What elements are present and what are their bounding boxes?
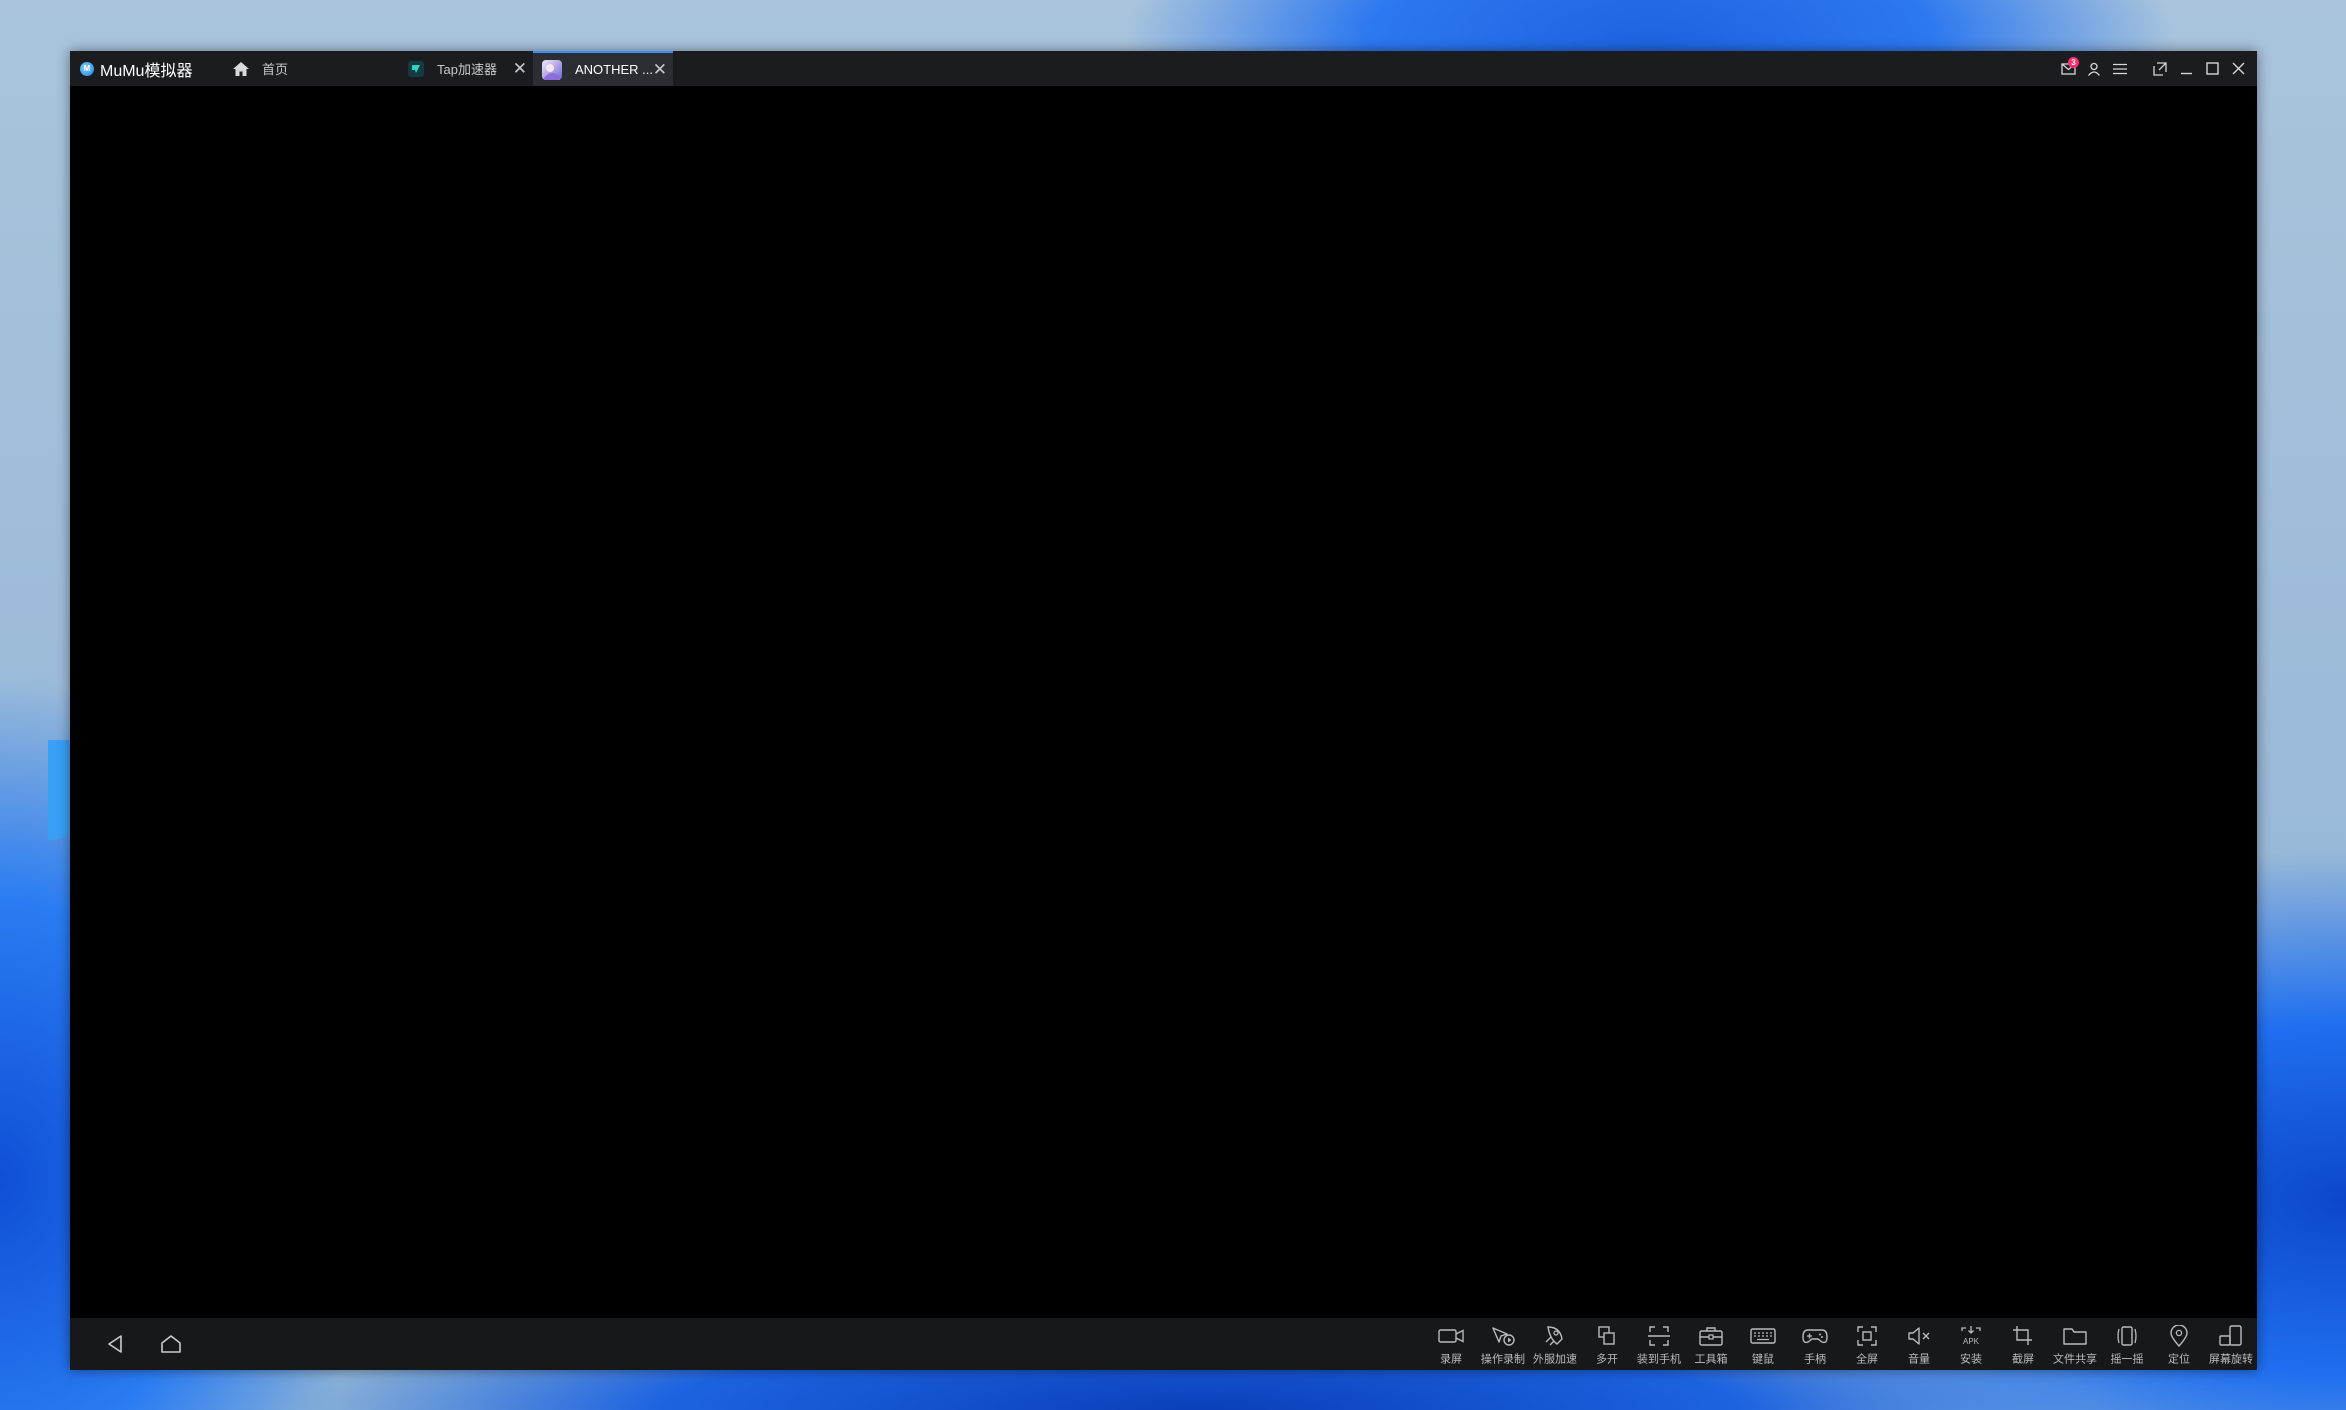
svg-text:APK: APK xyxy=(1963,1337,1980,1346)
tool-label: 音量 xyxy=(1907,1352,1931,1366)
tool-label: 多开 xyxy=(1595,1352,1619,1366)
tab-home[interactable]: 首页 xyxy=(210,51,353,86)
tool-label: 屏幕旋转 xyxy=(2208,1352,2254,1366)
back-icon xyxy=(108,1335,122,1353)
tool-plugin-accelerate[interactable]: 外服加速 xyxy=(1529,1318,1581,1370)
location-icon xyxy=(2170,1325,2188,1347)
maximize-icon[interactable] xyxy=(2199,51,2225,86)
tool-label: 工具箱 xyxy=(1694,1352,1728,1366)
emulator-screen[interactable] xyxy=(70,86,2257,1318)
tool-install-to-phone[interactable]: 装到手机 xyxy=(1633,1318,1685,1370)
tool-label: 安装 xyxy=(1959,1352,1983,1366)
home-button[interactable] xyxy=(152,1325,190,1363)
install-to-phone-icon xyxy=(1648,1326,1670,1346)
close-tab-icon[interactable]: ✕ xyxy=(513,60,527,77)
tool-keyboard-mouse[interactable]: 键鼠 xyxy=(1737,1318,1789,1370)
mail-icon[interactable]: 3 xyxy=(2055,51,2081,86)
back-button[interactable] xyxy=(96,1325,134,1363)
game-app-icon xyxy=(541,59,563,81)
tool-label: 全屏 xyxy=(1855,1352,1879,1366)
tool-macro-record[interactable]: 操作录制 xyxy=(1477,1318,1529,1370)
tab-another-eden[interactable]: ANOTHER ... ✕ xyxy=(533,51,673,86)
mumu-logo-icon: M xyxy=(80,61,94,76)
tool-list: 录屏 操作录制 外服加速 多开 装到手机 工具箱 键鼠 手柄 全屏 音量 APK… xyxy=(1425,1318,2257,1370)
notification-badge: 3 xyxy=(2068,57,2079,68)
title-actions: 3 xyxy=(2055,51,2257,86)
tool-file-share[interactable]: 文件共享 xyxy=(2049,1318,2101,1370)
fullscreen-icon xyxy=(1857,1326,1877,1346)
plugin-accelerate-icon xyxy=(1545,1326,1563,1346)
tool-label: 定位 xyxy=(2167,1352,2191,1366)
rotate-screen-icon xyxy=(2219,1325,2242,1346)
tool-gamepad[interactable]: 手柄 xyxy=(1789,1318,1841,1370)
tool-record-screen[interactable]: 录屏 xyxy=(1425,1318,1477,1370)
tab-label: ANOTHER ... xyxy=(575,62,654,77)
tool-label: 文件共享 xyxy=(2052,1352,2098,1366)
record-screen-icon xyxy=(1438,1329,1464,1343)
home-icon xyxy=(232,61,250,77)
tool-shake[interactable]: 摇一摇 xyxy=(2101,1318,2153,1370)
tab-label: 首页 xyxy=(262,62,289,77)
menu-icon[interactable] xyxy=(2107,51,2133,86)
user-icon[interactable] xyxy=(2081,51,2107,86)
file-share-icon xyxy=(2063,1328,2087,1345)
tool-volume[interactable]: 音量 xyxy=(1893,1318,1945,1370)
tool-fullscreen[interactable]: 全屏 xyxy=(1841,1318,1893,1370)
multi-instance-icon xyxy=(1598,1326,1615,1345)
apk-install-icon: APK xyxy=(1961,1326,1981,1346)
tool-multi-instance[interactable]: 多开 xyxy=(1581,1318,1633,1370)
app-title: MuMu模拟器 xyxy=(100,62,193,80)
shake-icon xyxy=(2117,1326,2137,1346)
android-home-icon xyxy=(161,1335,181,1353)
tool-label: 截屏 xyxy=(2011,1352,2035,1366)
tool-screenshot[interactable]: 截屏 xyxy=(1997,1318,2049,1370)
title-bar[interactable]: M MuMu模拟器 首页 Tap加速器 ✕ ANOTHER ... ✕ 3 xyxy=(70,51,2257,86)
mumu-emulator-window: M MuMu模拟器 首页 Tap加速器 ✕ ANOTHER ... ✕ 3 录屏… xyxy=(70,51,2257,1370)
tool-label: 外服加速 xyxy=(1532,1352,1578,1366)
tap-accelerator-icon xyxy=(407,60,425,78)
restore-icon[interactable] xyxy=(2147,51,2173,86)
volume-muted-icon xyxy=(1908,1327,1930,1345)
tab-tap-accelerator[interactable]: Tap加速器 ✕ xyxy=(393,51,533,86)
toolbox-icon xyxy=(1699,1327,1723,1346)
tool-location[interactable]: 定位 xyxy=(2153,1318,2205,1370)
tool-label: 手柄 xyxy=(1803,1352,1827,1366)
tool-label: 摇一摇 xyxy=(2110,1352,2144,1366)
tool-label: 键鼠 xyxy=(1751,1352,1775,1366)
tab-label: Tap加速器 xyxy=(437,62,497,77)
tool-rotate-screen[interactable]: 屏幕旋转 xyxy=(2205,1318,2257,1370)
tool-label: 操作录制 xyxy=(1480,1352,1526,1366)
minimize-icon[interactable] xyxy=(2173,51,2199,86)
gamepad-icon xyxy=(1802,1329,1828,1344)
tool-apk-install[interactable]: APK 安装 xyxy=(1945,1318,1997,1370)
tool-toolbox[interactable]: 工具箱 xyxy=(1685,1318,1737,1370)
close-tab-icon[interactable]: ✕ xyxy=(653,61,667,78)
keyboard-icon xyxy=(1750,1328,1776,1344)
tool-label: 装到手机 xyxy=(1636,1352,1682,1366)
screenshot-crop-icon xyxy=(2013,1326,2032,1345)
macro-record-icon xyxy=(1492,1327,1515,1346)
tool-label: 录屏 xyxy=(1439,1352,1463,1366)
bottom-toolbar: 录屏 操作录制 外服加速 多开 装到手机 工具箱 键鼠 手柄 全屏 音量 APK… xyxy=(70,1318,2257,1370)
app-brand: M MuMu模拟器 xyxy=(70,51,210,86)
close-icon[interactable] xyxy=(2225,51,2251,86)
